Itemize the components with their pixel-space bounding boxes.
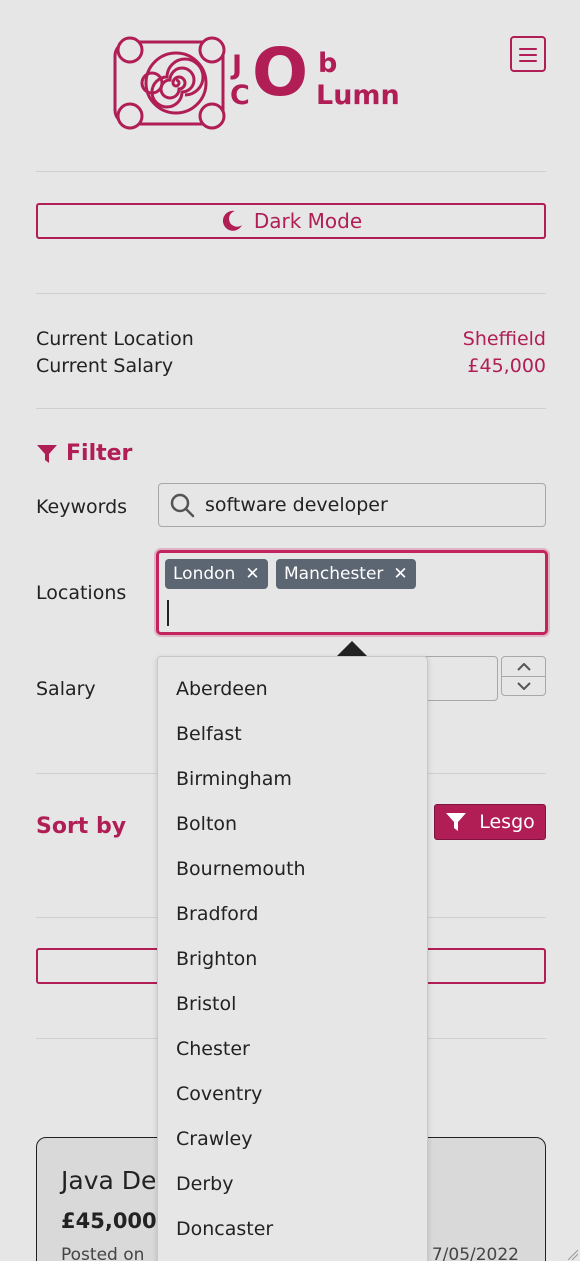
location-option[interactable]: Brighton [158, 937, 427, 982]
job-salary: £45,000 [61, 1209, 157, 1233]
sort-title: Sort by [36, 814, 127, 839]
filter-heading: Filter [36, 441, 132, 466]
menu-bar [519, 60, 537, 62]
keywords-input[interactable]: software developer [158, 483, 546, 527]
location-option[interactable]: Chester [158, 1027, 427, 1072]
logo-text-lumn: Lumn [316, 80, 400, 111]
chevron-down-icon [516, 682, 531, 690]
logo-letter-b: b [318, 48, 338, 79]
remove-tag-icon[interactable]: ✕ [245, 564, 259, 584]
location-option[interactable]: Bournemouth [158, 847, 427, 892]
location-option[interactable]: Doncaster [158, 1207, 427, 1252]
lesgo-button[interactable]: Lesgo [434, 804, 546, 840]
divider [36, 293, 546, 294]
location-option[interactable]: Derby [158, 1162, 427, 1207]
current-salary-row: Current Salary £45,000 [36, 355, 546, 377]
location-option[interactable]: Belfast [158, 712, 427, 757]
keywords-value: software developer [205, 494, 388, 516]
location-tag-london: London ✕ [165, 559, 268, 589]
salary-stepper[interactable] [501, 656, 546, 696]
hamburger-menu-icon [519, 48, 537, 50]
logo-letter-c: C [230, 80, 250, 111]
location-option[interactable]: Bristol [158, 982, 427, 1027]
job-posted-date: 7/05/2022 [431, 1245, 519, 1261]
moon-icon [222, 210, 242, 231]
tag-label: London [173, 564, 236, 584]
filter-icon [446, 813, 467, 831]
dark-mode-label: Dark Mode [253, 209, 363, 233]
location-option[interactable]: Bolton [158, 802, 427, 847]
lesgo-label: Lesgo [479, 811, 535, 833]
location-option[interactable]: Aberdeen [158, 667, 427, 712]
job-posted-label: Posted on [61, 1245, 145, 1261]
decrement-button[interactable] [502, 676, 545, 695]
salary-label: Salary [36, 678, 96, 700]
menu-bar [519, 54, 537, 56]
divider [36, 408, 546, 409]
keywords-label: Keywords [36, 496, 128, 518]
resize-handle-icon[interactable] [566, 1248, 578, 1260]
search-icon [170, 493, 195, 518]
sort-heading: Sort by [36, 814, 126, 839]
location-option[interactable]: Birmingham [158, 757, 427, 802]
tag-label: Manchester [284, 564, 384, 584]
job-title: Java De [61, 1166, 157, 1195]
current-salary-label: Current Salary [36, 355, 174, 377]
hamburger-menu-button[interactable] [510, 36, 546, 72]
locations-options-list: Aberdeen Belfast Birmingham Bolton Bournemou… [158, 657, 427, 1252]
divider [36, 171, 546, 172]
current-location-label: Current Location [36, 328, 194, 350]
chevron-up-icon [516, 662, 531, 671]
remove-tag-icon[interactable]: ✕ [393, 564, 407, 584]
dropdown-pointer [336, 641, 368, 657]
current-location-value: Sheffield [462, 328, 546, 350]
logo-letter-o: O [252, 34, 309, 111]
locations-label: Locations [36, 582, 127, 604]
current-location-row: Current Location Sheffield [36, 328, 546, 350]
locations-dropdown: Aberdeen Belfast Birmingham Bolton Bournemou… [157, 656, 428, 1261]
dark-mode-button[interactable]: Dark Mode [36, 203, 546, 239]
current-salary-value: £45,000 [467, 355, 546, 377]
location-option[interactable]: Crawley [158, 1117, 427, 1162]
location-option[interactable]: Bradford [158, 892, 427, 937]
location-option[interactable]: Coventry [158, 1072, 427, 1117]
filter-icon [37, 444, 57, 463]
location-tag-manchester: Manchester ✕ [276, 559, 416, 589]
filter-title: Filter [66, 441, 133, 466]
joblumn-logo[interactable]: J C O b Lumn [112, 36, 412, 130]
locations-multiselect[interactable]: London ✕ Manchester ✕ [156, 550, 548, 635]
text-caret [167, 600, 169, 626]
logo-letter-j: J [232, 50, 243, 81]
increment-button[interactable] [502, 657, 545, 676]
